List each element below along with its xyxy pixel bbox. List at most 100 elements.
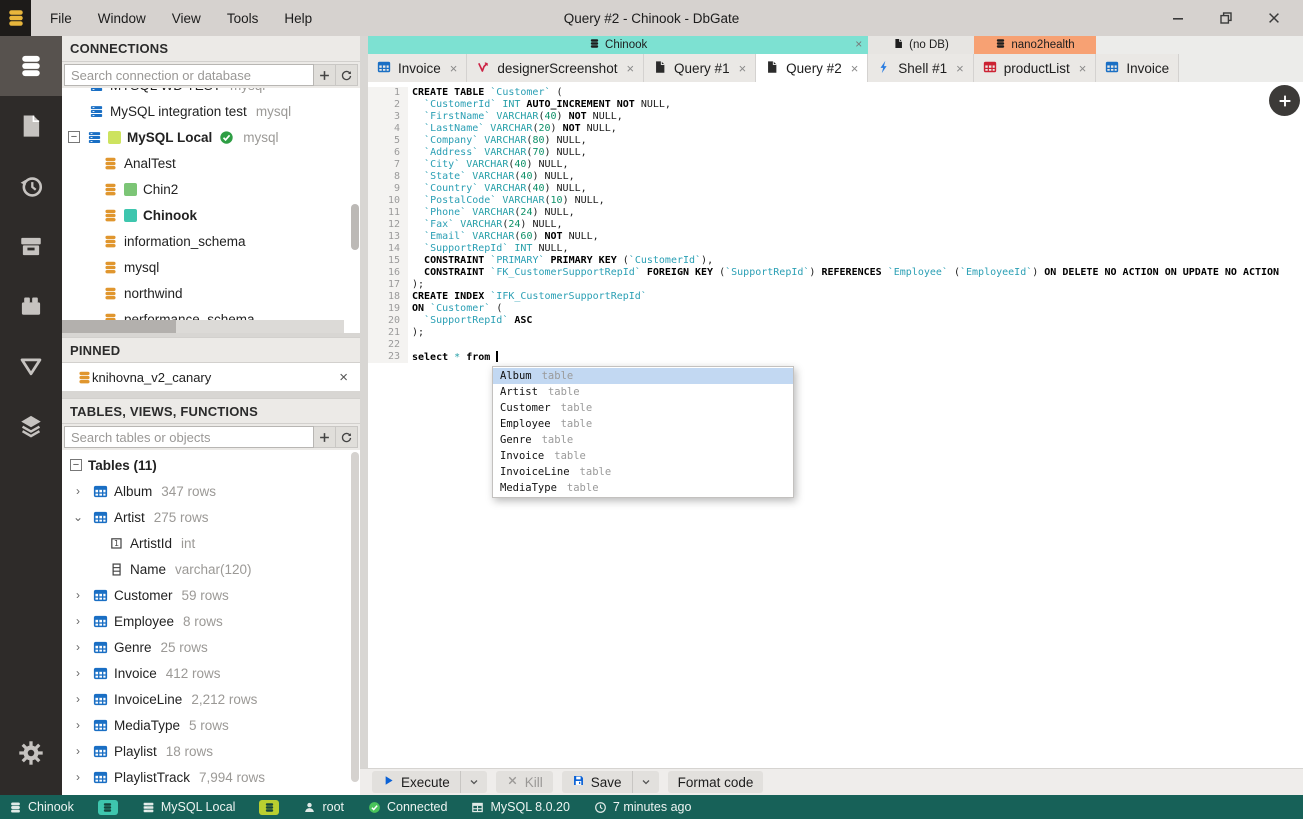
database-item-performance_schema[interactable]: performance_schema bbox=[62, 306, 352, 320]
new-tab-button[interactable] bbox=[1269, 85, 1300, 116]
status-user[interactable]: root bbox=[303, 800, 344, 814]
nav-settings[interactable] bbox=[0, 723, 62, 783]
tables-search-input[interactable] bbox=[64, 426, 314, 448]
collapse-box[interactable]: − bbox=[70, 459, 82, 471]
chevron-down-icon[interactable]: ⌄ bbox=[70, 510, 86, 524]
save-button[interactable]: Save bbox=[561, 771, 659, 793]
table-item-Album[interactable]: › Album 347 rows bbox=[62, 478, 360, 504]
table-item-MediaType[interactable]: › MediaType 5 rows bbox=[62, 712, 360, 738]
database-item-northwind[interactable]: northwind bbox=[62, 280, 352, 306]
close-tab-button[interactable]: × bbox=[1079, 61, 1087, 76]
close-group-button[interactable]: × bbox=[855, 37, 862, 51]
connections-horizontal-scrollbar[interactable] bbox=[62, 320, 344, 333]
close-tab-button[interactable]: × bbox=[956, 61, 964, 76]
editor-line-3[interactable]: 3 `FirstName` VARCHAR(40) NOT NULL, bbox=[368, 111, 1303, 123]
sql-editor[interactable]: 1 CREATE TABLE `Customer` (2 `CustomerId`… bbox=[368, 82, 1303, 768]
close-tab-button[interactable]: × bbox=[626, 61, 634, 76]
dropdown-arrow-button[interactable] bbox=[631, 771, 659, 793]
refresh-tables-button[interactable] bbox=[336, 426, 358, 448]
execute-button[interactable]: Execute bbox=[372, 771, 487, 793]
connection-item-MySQL Local[interactable]: − MySQL Local mysql bbox=[62, 124, 352, 150]
database-item-Chinook[interactable]: Chinook bbox=[62, 202, 352, 228]
close-tab-button[interactable]: × bbox=[851, 61, 859, 76]
tab-invoice[interactable]: Invoice bbox=[1096, 54, 1180, 82]
kill-button[interactable]: Kill bbox=[495, 771, 553, 793]
autocomplete-item-employee[interactable]: Employee table bbox=[493, 416, 793, 432]
editor-line-13[interactable]: 13 `Email` VARCHAR(60) NOT NULL, bbox=[368, 231, 1303, 243]
editor-line-7[interactable]: 7 `City` VARCHAR(40) NULL, bbox=[368, 159, 1303, 171]
tab-group-header[interactable] bbox=[1096, 36, 1180, 54]
tab-invoice[interactable]: Invoice × bbox=[368, 54, 468, 82]
editor-line-5[interactable]: 5 `Company` VARCHAR(80) NULL, bbox=[368, 135, 1303, 147]
close-button[interactable] bbox=[1263, 7, 1285, 29]
table-item-Customer[interactable]: › Customer 59 rows bbox=[62, 582, 360, 608]
column-item-ArtistId[interactable]: 1 ArtistId int bbox=[62, 530, 360, 556]
database-item-Chin2[interactable]: Chin2 bbox=[62, 176, 352, 202]
status-database[interactable]: Chinook bbox=[9, 800, 74, 814]
editor-line-17[interactable]: 17); bbox=[368, 279, 1303, 291]
connections-vertical-scrollbar[interactable] bbox=[351, 204, 359, 250]
table-item-PlaylistTrack[interactable]: › PlaylistTrack 7,994 rows bbox=[62, 764, 360, 790]
editor-line-14[interactable]: 14 `SupportRepId` INT NULL, bbox=[368, 243, 1303, 255]
chevron-right-icon[interactable]: › bbox=[70, 692, 86, 706]
editor-line-12[interactable]: 12 `Fax` VARCHAR(24) NULL, bbox=[368, 219, 1303, 231]
database-item-AnalTest[interactable]: AnalTest bbox=[62, 150, 352, 176]
autocomplete-item-customer[interactable]: Customer table bbox=[493, 400, 793, 416]
tab-group-header[interactable]: (no DB) bbox=[868, 36, 974, 54]
menu-file[interactable]: File bbox=[37, 0, 85, 36]
editor-line-16[interactable]: 16 CONSTRAINT `FK_CustomerSupportRepId` … bbox=[368, 267, 1303, 279]
status-last-executed[interactable]: 7 minutes ago bbox=[594, 800, 691, 814]
tables-vertical-scrollbar[interactable] bbox=[351, 452, 359, 782]
connection-item-MYSQL WD TEST[interactable]: MYSQL WD TEST mysql bbox=[62, 88, 352, 98]
editor-line-18[interactable]: 18 CREATE INDEX `IFK_CustomerSupportRepId… bbox=[368, 291, 1303, 303]
table-item-Artist[interactable]: ⌄ Artist 275 rows bbox=[62, 504, 360, 530]
editor-line-19[interactable]: 19 ON `Customer` ( bbox=[368, 303, 1303, 315]
tab-group-header[interactable]: Chinook × bbox=[368, 36, 869, 54]
connections-search-input[interactable] bbox=[64, 64, 314, 86]
chevron-right-icon[interactable]: › bbox=[70, 588, 86, 602]
table-item-Playlist[interactable]: › Playlist 18 rows bbox=[62, 738, 360, 764]
autocomplete-item-artist[interactable]: Artist table bbox=[493, 384, 793, 400]
status-connection[interactable]: MySQL Local bbox=[142, 800, 235, 814]
table-item-InvoiceLine[interactable]: › InvoiceLine 2,212 rows bbox=[62, 686, 360, 712]
editor-line-1[interactable]: 1 CREATE TABLE `Customer` ( bbox=[368, 87, 1303, 99]
editor-line-8[interactable]: 8 `State` VARCHAR(40) NULL, bbox=[368, 171, 1303, 183]
tab-query-2[interactable]: Query #2 × bbox=[756, 54, 869, 82]
connection-item-MySQL integration test[interactable]: MySQL integration test mysql bbox=[62, 98, 352, 124]
autocomplete-item-genre[interactable]: Genre table bbox=[493, 432, 793, 448]
editor-line-23[interactable]: 23 select * from bbox=[368, 351, 1303, 363]
nav-filter[interactable] bbox=[0, 336, 62, 396]
restore-button[interactable] bbox=[1215, 7, 1237, 29]
autocomplete-item-invoiceline[interactable]: InvoiceLine table bbox=[493, 464, 793, 480]
editor-line-21[interactable]: 21); bbox=[368, 327, 1303, 339]
chevron-right-icon[interactable]: › bbox=[70, 666, 86, 680]
tab-shell-1[interactable]: Shell #1 × bbox=[868, 54, 974, 82]
editor-line-15[interactable]: 15 CONSTRAINT `PRIMARY` PRIMARY KEY (`Cu… bbox=[368, 255, 1303, 267]
table-item-Genre[interactable]: › Genre 25 rows bbox=[62, 634, 360, 660]
editor-line-11[interactable]: 11 `Phone` VARCHAR(24) NULL, bbox=[368, 207, 1303, 219]
editor-line-9[interactable]: 9 `Country` VARCHAR(40) NULL, bbox=[368, 183, 1303, 195]
add-connection-button[interactable] bbox=[314, 64, 336, 86]
format-code-button[interactable]: Format code bbox=[667, 771, 764, 793]
nav-layers[interactable] bbox=[0, 396, 62, 456]
unpin-button[interactable]: × bbox=[339, 369, 348, 386]
close-tab-button[interactable]: × bbox=[739, 61, 747, 76]
splitter-horizontal[interactable] bbox=[62, 391, 360, 398]
nav-plugins[interactable] bbox=[0, 276, 62, 336]
tab-designerscreenshot[interactable]: designerScreenshot × bbox=[467, 54, 645, 82]
close-tab-button[interactable]: × bbox=[450, 61, 458, 76]
dropdown-arrow-button[interactable] bbox=[459, 771, 487, 793]
minimize-button[interactable] bbox=[1167, 7, 1189, 29]
chevron-right-icon[interactable]: › bbox=[70, 718, 86, 732]
tab-group-header[interactable]: nano2health bbox=[973, 36, 1097, 54]
autocomplete-item-album[interactable]: Album table bbox=[493, 368, 793, 384]
sidebar-splitter[interactable] bbox=[360, 36, 368, 768]
status-color-badge-connection[interactable] bbox=[259, 799, 280, 815]
table-item-Invoice[interactable]: › Invoice 412 rows bbox=[62, 660, 360, 686]
tab-query-1[interactable]: Query #1 × bbox=[644, 54, 757, 82]
chevron-right-icon[interactable]: › bbox=[70, 640, 86, 654]
table-item-Employee[interactable]: › Employee 8 rows bbox=[62, 608, 360, 634]
refresh-connections-button[interactable] bbox=[336, 64, 358, 86]
nav-files[interactable] bbox=[0, 96, 62, 156]
editor-line-6[interactable]: 6 `Address` VARCHAR(70) NULL, bbox=[368, 147, 1303, 159]
